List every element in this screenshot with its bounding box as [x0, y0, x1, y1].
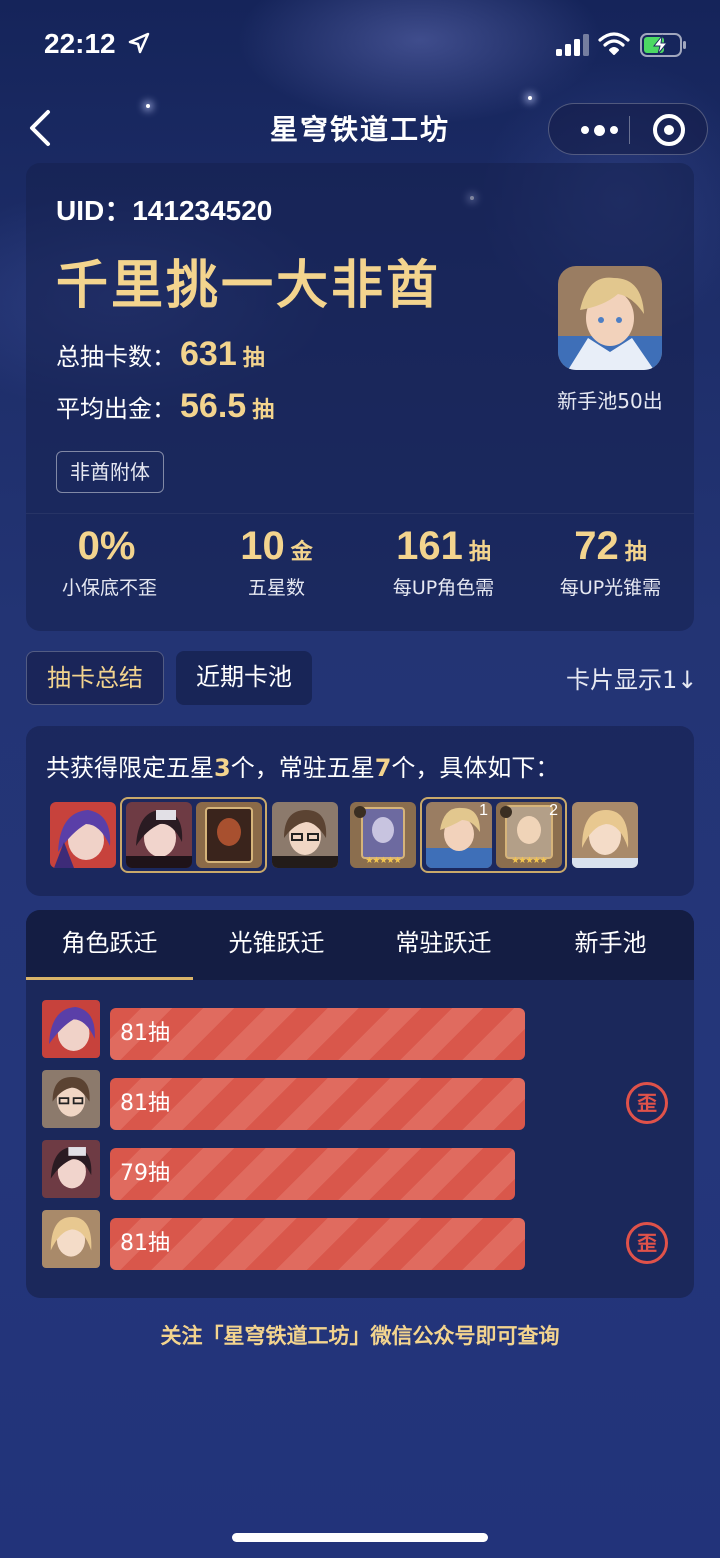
status-bar: 22:12 — [0, 0, 720, 90]
row-avatar — [42, 1000, 100, 1058]
close-target-icon[interactable] — [653, 114, 685, 146]
acquired-item-tile[interactable]: ★★★★★ — [350, 802, 416, 868]
metric-unit: 抽 — [468, 540, 491, 565]
capsule-divider — [629, 116, 630, 144]
yanqing-portrait-icon — [42, 1210, 100, 1268]
metric-item: 72 抽 每UP光锥需 — [527, 524, 694, 600]
metric-item: 161 抽 每UP角色需 — [360, 524, 527, 600]
acquired-item-tile[interactable] — [196, 802, 262, 868]
star-rating-icon: ★★★★★ — [365, 856, 401, 866]
acquisition-card: 共获得限定五星3个，常驻五星7个，具体如下： ★★★★★ 1 2 ★★★★★ — [26, 726, 694, 896]
off-banner-stamp-icon: 歪 — [626, 1222, 668, 1264]
warp-row: 81抽 歪 — [42, 1070, 682, 1130]
acheron-portrait-icon — [42, 1000, 100, 1058]
acquisition-prefix: 共获得限定五星 — [46, 754, 214, 782]
summary-card: UID：141234520 千里挑一大非酋 总抽卡数： 631 抽 平均出金： 56.… — [26, 163, 694, 631]
light-cone-icon — [196, 802, 262, 868]
home-indicator — [232, 1533, 488, 1542]
acquired-item-tile[interactable] — [572, 802, 638, 868]
acquired-item-tile[interactable]: 1 — [426, 802, 492, 868]
tab-light-cone-warp[interactable]: 光锥跃迁 — [193, 910, 360, 980]
pull-count-bar: 81抽 — [110, 1218, 525, 1270]
pull-count-label: 81抽 — [120, 1231, 170, 1256]
avg-gold-value: 56.5 — [180, 387, 247, 425]
tile-badge-number: 1 — [479, 802, 488, 819]
warp-record-card: 角色跃迁 光锥跃迁 常驻跃迁 新手池 81抽 81抽 歪 79抽 81抽 歪 — [26, 910, 694, 1298]
sparkle-portrait-icon — [42, 1140, 100, 1198]
limited-count: 3 — [214, 754, 231, 782]
tab-character-warp[interactable]: 角色跃迁 — [26, 910, 193, 980]
tab-warp-summary[interactable]: 抽卡总结 — [26, 651, 164, 705]
metric-label: 五星数 — [247, 577, 305, 599]
acquired-item-tile[interactable] — [126, 802, 192, 868]
acquired-item-tile[interactable] — [272, 802, 338, 868]
card-display-toggle[interactable]: 卡片显示1↓ — [566, 660, 697, 695]
acquisition-summary: 共获得限定五星3个，常驻五星7个，具体如下： — [46, 748, 559, 783]
warp-row: 81抽 — [42, 1000, 682, 1060]
avg-gold-stat: 平均出金： 56.5 抽 — [56, 387, 274, 426]
total-pulls-value: 631 — [180, 335, 237, 373]
row-avatar — [42, 1140, 100, 1198]
more-dots-icon[interactable] — [569, 104, 629, 156]
welt-portrait-icon — [272, 802, 338, 868]
wifi-icon — [598, 32, 630, 55]
avg-gold-label: 平均出金： — [56, 395, 176, 423]
metric-label: 每UP光锥需 — [559, 577, 662, 599]
star-rating-icon: ★★★★★ — [511, 856, 547, 866]
tab-recent-banners[interactable]: 近期卡池 — [176, 651, 312, 705]
pull-count-bar: 81抽 — [110, 1008, 525, 1060]
pull-count-label: 79抽 — [120, 1161, 170, 1186]
standard-count: 7 — [374, 754, 392, 782]
tile-badge-number: 2 — [549, 802, 558, 819]
row-avatar — [42, 1210, 100, 1268]
pull-count-bar: 81抽 — [110, 1078, 525, 1130]
status-time: 22:12 — [44, 28, 116, 59]
metric-item: 0% 小保底不歪 — [26, 524, 193, 600]
total-pulls-unit: 抽 — [242, 346, 265, 371]
cellular-signal-icon — [556, 34, 589, 56]
metric-unit: 金 — [290, 540, 313, 565]
pull-count-label: 81抽 — [120, 1091, 170, 1116]
off-banner-stamp-icon: 歪 — [626, 1082, 668, 1124]
metric-label: 每UP角色需 — [392, 577, 495, 599]
metric-value: 10 — [240, 524, 285, 568]
warp-row: 81抽 歪 — [42, 1210, 682, 1270]
metric-item: 10 金 五星数 — [193, 524, 360, 600]
location-arrow-icon — [128, 32, 150, 54]
trailblazer-portrait-icon — [558, 266, 662, 370]
tab-standard-warp[interactable]: 常驻跃迁 — [360, 910, 527, 980]
metric-label: 小保底不歪 — [61, 577, 157, 599]
pull-count-label: 81抽 — [120, 1021, 170, 1046]
rank-title: 千里挑一大非酋 — [56, 256, 442, 316]
sparkle-portrait-icon — [126, 802, 192, 868]
footer-note: 关注「星穹铁道工坊」微信公众号即可查询 — [160, 1324, 560, 1348]
pull-count-bar: 79抽 — [110, 1148, 515, 1200]
tab-beginner-warp[interactable]: 新手池 — [527, 910, 694, 980]
acquired-item-tile[interactable] — [50, 802, 116, 868]
acquisition-suffix: 个，具体如下： — [391, 754, 560, 782]
acheron-portrait-icon — [50, 802, 116, 868]
title-badge: 非酋附体 — [56, 451, 164, 493]
avatar — [558, 266, 662, 370]
avatar-caption: 新手池50出 — [557, 389, 663, 413]
mini-program-capsule — [548, 103, 708, 155]
acquired-item-tile[interactable]: 2 ★★★★★ — [496, 802, 562, 868]
warp-tab-bar: 角色跃迁 光锥跃迁 常驻跃迁 新手池 — [26, 910, 694, 980]
total-pulls-label: 总抽卡数： — [56, 343, 176, 371]
background-star — [528, 96, 532, 100]
metric-value: 72 — [574, 524, 619, 568]
row-avatar — [42, 1070, 100, 1128]
metric-unit: 抽 — [624, 540, 647, 565]
warp-row: 79抽 — [42, 1140, 682, 1200]
avg-gold-unit: 抽 — [252, 398, 275, 423]
acquisition-middle: 个，常驻五星 — [230, 754, 375, 782]
metric-value: 0% — [77, 524, 136, 568]
total-pulls-stat: 总抽卡数： 631 抽 — [56, 335, 265, 374]
welt-portrait-icon — [42, 1070, 100, 1128]
metrics-row: 0% 小保底不歪 10 金 五星数 161 抽 每UP角色需 72 抽 每UP光锥需 — [26, 513, 694, 631]
battery-charging-icon — [640, 33, 686, 57]
yanqing-portrait-icon — [572, 802, 638, 868]
metric-value: 161 — [396, 524, 463, 568]
uid-text: UID：141234520 — [56, 195, 273, 226]
